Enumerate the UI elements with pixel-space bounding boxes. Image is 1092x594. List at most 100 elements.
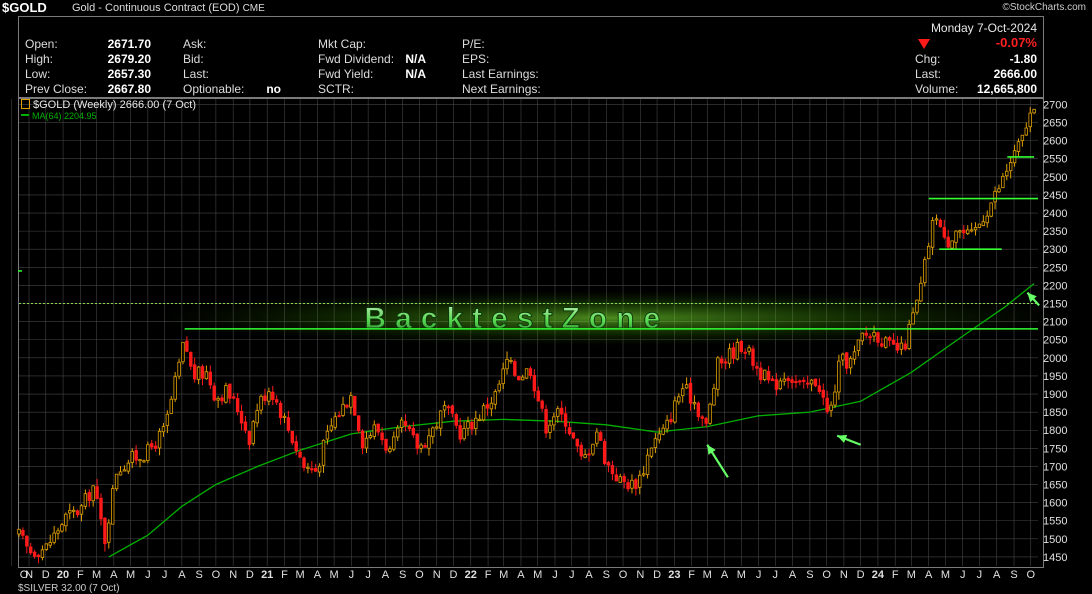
x-tick-label: D [246,569,254,581]
candle-body [48,542,52,546]
candle-body [509,359,513,362]
candle-body [497,383,501,392]
x-tick-label: A [721,569,729,581]
candle-body [380,432,384,441]
candle-body [56,530,60,534]
x-tick-label: F [892,569,899,581]
candle-body [364,437,369,449]
x-tick-label: J [145,569,151,581]
candle-body [302,457,306,468]
y-tick-label: 2000 [1043,353,1067,365]
candle-body [673,400,677,423]
candle-body [649,447,654,457]
candle-body [111,488,115,525]
candle-body [848,357,853,369]
y-tick-label: 2500 [1043,172,1067,184]
candle-body [282,415,287,418]
candle-body [466,421,470,429]
y-tick-label: 1800 [1043,425,1067,437]
candle-body [755,366,759,369]
watermark-glow: BacktestZone [144,290,1078,347]
x-tick-label: A [585,569,593,581]
x-tick-label: M [330,569,339,581]
candle-body [919,282,923,302]
candle-body [751,348,755,366]
candle-body [712,387,716,406]
x-tick-label: A [789,569,797,581]
candle-body [595,431,599,444]
candle-body [68,510,72,514]
candle-body [794,381,798,384]
y-tick-label: 1900 [1043,389,1067,401]
candle-body [192,364,197,380]
candle-body [602,441,607,465]
candle-body [606,461,611,466]
candle-body [958,230,962,233]
x-tick-label: D [857,569,865,581]
candle-body [556,408,560,417]
y-tick-label: 1700 [1043,461,1067,473]
y-axis: 1450 1500 1550 1600 1650 1700 1750 1800 1850 1900… [1043,99,1067,564]
x-tick-label: D [450,569,458,581]
candle-body [571,432,576,439]
candle-body [684,384,689,389]
y-tick-label: 2250 [1043,262,1067,274]
x-tick-label: S [195,569,202,581]
x-tick-label: 21 [261,569,273,581]
y-tick-label: 1750 [1043,443,1067,455]
candle-body [450,405,455,414]
candle-body [298,451,302,458]
x-tick-label: S [806,569,813,581]
candle-body [153,445,158,449]
x-tick-label: S [399,569,406,581]
candle-body [735,341,740,360]
candle-body [438,410,443,429]
x-tick-label: A [314,569,322,581]
candle-body [805,382,810,385]
candle-body [161,426,166,433]
candle-body [204,371,209,380]
x-tick-label: O [1026,569,1035,581]
candle-body [520,376,525,381]
candle-body [228,383,232,399]
candle-body [786,378,790,382]
candle-body [856,339,861,352]
candle-body [79,505,84,515]
candle-body [345,404,349,408]
y-tick-label: 1500 [1043,534,1067,546]
candle-body [743,351,747,354]
candle-body [415,433,419,449]
y-tick-label: 1950 [1043,371,1067,383]
chart-canvas: BacktestZone 1450 1500 1550 1600 1650 1700 175… [11,99,1078,581]
candle-body [173,376,177,400]
candle-body [150,443,154,448]
y-tick-label: 2550 [1043,154,1067,166]
x-tick-label: M [737,569,746,581]
x-tick-label: A [110,569,118,581]
candle-body [669,419,673,423]
candle-body [376,423,380,433]
candle-body [868,336,872,339]
candle-body [435,426,439,429]
candle-body [1005,170,1009,177]
candle-body [653,438,658,449]
y-tick-label: 1850 [1043,407,1067,419]
x-tick-label: O [212,569,221,581]
x-tick-label: J [349,569,355,581]
y-tick-label: 2400 [1043,208,1067,220]
candle-body [638,474,642,488]
candle-body [118,471,123,476]
x-tick-label: A [382,569,390,581]
candle-body [392,436,396,450]
candle-body [934,218,939,221]
candle-body [599,432,603,441]
candle-body [1001,175,1005,189]
candle-body [962,229,966,234]
candle-body [665,419,669,430]
candle-body [630,479,634,489]
candle-body [954,230,958,243]
candle-body [356,415,361,432]
candle-body [360,430,365,449]
candle-body [75,510,80,516]
candle-body [122,469,127,472]
